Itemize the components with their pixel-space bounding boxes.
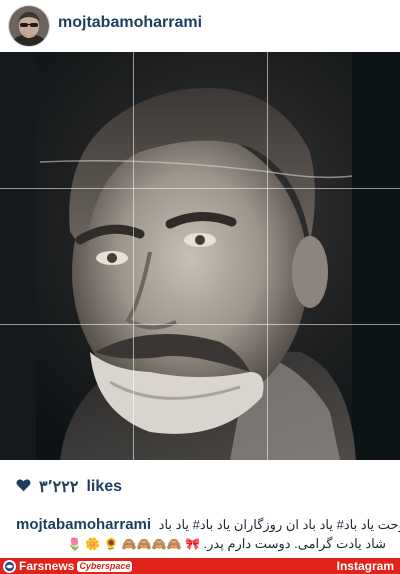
post-photo[interactable] [0,52,400,460]
caption-line-2: 🌷 🌼 🌻 🙈🙈🙈🙈 🎀 شاد یادت گرامی. دوست دارم پ… [67,534,386,554]
grid-line [133,52,134,460]
caption-emojis: 🌷 🌼 🌻 🙈🙈🙈🙈 🎀 [67,537,200,551]
farsnews-logo-icon [3,559,16,573]
post-caption: mojtabamoharrami #روحت یاد باد# یاد باد … [16,515,400,551]
source-badge: Cyberspace [77,560,133,572]
heart-icon[interactable] [16,478,31,497]
likes-suffix: likes [86,478,123,495]
farsnews-brand: Farsnews Cyberspace [3,559,133,573]
caption-line-1: mojtabamoharrami #روحت یاد باد# یاد باد … [16,515,400,535]
grid-line [0,188,400,189]
grid-line [267,52,268,460]
post-username[interactable]: mojtabamoharrami [58,14,202,32]
caption-username[interactable]: mojtabamoharrami [16,516,151,533]
source-bar: Farsnews Cyberspace Instagram [0,558,400,574]
caption-text-2: شاد یادت گرامی. دوست دارم پدر. [203,536,386,551]
likes-row[interactable]: ۳٬۲۲۲ likes [16,476,122,498]
portrait-image [0,52,400,460]
caption-text: #روحت یاد باد# یاد باد ان روزگاران یاد ب… [158,517,400,532]
platform-label: Instagram [336,559,394,573]
likes-count: ۳٬۲۲۲ [39,479,79,496]
avatar[interactable] [8,5,50,47]
source-label: Farsnews [19,559,75,573]
grid-line [0,324,400,325]
post-header: mojtabamoharrami [0,0,400,50]
